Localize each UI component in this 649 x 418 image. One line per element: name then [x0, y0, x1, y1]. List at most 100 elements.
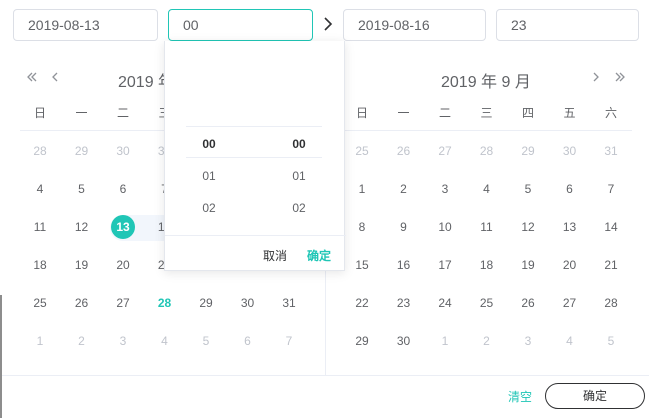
date-cell[interactable]: 26 [384, 139, 424, 163]
double-chevron-right-icon[interactable] [613, 69, 627, 85]
chevron-left-icon[interactable] [48, 69, 62, 85]
date-cell[interactable]: 28 [591, 291, 631, 315]
date-cell[interactable]: 26 [62, 291, 102, 315]
hour-option[interactable]: 00 [179, 137, 239, 151]
date-cell[interactable]: 18 [467, 253, 507, 277]
left-window-edge [0, 295, 2, 418]
date-cell[interactable]: 3 [508, 329, 548, 353]
date-cell[interactable]: 1 [342, 177, 382, 201]
date-cell[interactable]: 1 [425, 329, 465, 353]
date-cell[interactable]: 6 [103, 177, 143, 201]
selected-date-cell[interactable]: 13 [103, 215, 143, 239]
date-cell[interactable]: 4 [20, 177, 60, 201]
double-chevron-left-icon[interactable] [25, 69, 39, 85]
date-cell[interactable]: 12 [62, 215, 102, 239]
date-cell[interactable]: 29 [508, 139, 548, 163]
date-cell[interactable]: 17 [425, 253, 465, 277]
weekday-label: 二 [116, 106, 129, 120]
date-cell[interactable]: 18 [20, 253, 60, 277]
clear-button[interactable]: 清空 [508, 388, 532, 405]
date-cell[interactable]: 30 [384, 329, 424, 353]
date-cell[interactable]: 5 [591, 329, 631, 353]
date-cell[interactable]: 28 [145, 291, 185, 315]
date-cell[interactable]: 5 [508, 177, 548, 201]
date-cell[interactable]: 6 [550, 177, 590, 201]
right-month-title: 2019 年 9 月 [441, 74, 531, 91]
date-cell[interactable]: 11 [20, 215, 60, 239]
weekday-label: 日 [355, 106, 368, 120]
date-cell[interactable]: 20 [103, 253, 143, 277]
minute-option[interactable]: 01 [269, 169, 329, 183]
date-cell[interactable]: 28 [20, 139, 60, 163]
date-cell[interactable]: 5 [186, 329, 226, 353]
date-cell[interactable]: 6 [228, 329, 268, 353]
date-cell[interactable]: 11 [467, 215, 507, 239]
date-cell[interactable]: 21 [591, 253, 631, 277]
date-cell[interactable]: 29 [186, 291, 226, 315]
date-cell[interactable]: 29 [62, 139, 102, 163]
date-cell[interactable]: 4 [145, 329, 185, 353]
weekday-label: 三 [480, 106, 493, 120]
weekday-label: 二 [438, 106, 451, 120]
date-cell[interactable]: 16 [384, 253, 424, 277]
date-cell[interactable]: 4 [467, 177, 507, 201]
chevron-right-icon [324, 17, 333, 31]
date-cell[interactable]: 4 [550, 329, 590, 353]
start-date-input[interactable]: 2019-08-13 [13, 9, 158, 41]
weekday-label: 一 [75, 106, 88, 120]
date-cell[interactable]: 7 [591, 177, 631, 201]
time-cancel-button[interactable]: 取消 [263, 247, 287, 264]
date-cell[interactable]: 30 [228, 291, 268, 315]
date-cell[interactable]: 14 [591, 215, 631, 239]
date-cell[interactable]: 15 [342, 253, 382, 277]
hour-option[interactable]: 01 [179, 169, 239, 183]
footer-divider [2, 375, 649, 376]
date-cell[interactable]: 19 [62, 253, 102, 277]
date-cell[interactable]: 9 [384, 215, 424, 239]
date-cell[interactable]: 28 [467, 139, 507, 163]
end-date-input[interactable]: 2019-08-16 [343, 9, 486, 41]
date-cell[interactable]: 30 [103, 139, 143, 163]
date-cell[interactable]: 8 [342, 215, 382, 239]
date-cell[interactable]: 23 [384, 291, 424, 315]
date-cell[interactable]: 25 [467, 291, 507, 315]
date-cell[interactable]: 29 [342, 329, 382, 353]
hour-option[interactable]: 02 [179, 201, 239, 215]
date-cell[interactable]: 20 [550, 253, 590, 277]
date-cell[interactable]: 31 [591, 139, 631, 163]
date-cell[interactable]: 24 [425, 291, 465, 315]
time-selection-bottom-line [186, 157, 322, 158]
date-cell[interactable]: 31 [269, 291, 309, 315]
minute-option[interactable]: 02 [269, 201, 329, 215]
date-cell[interactable]: 30 [550, 139, 590, 163]
confirm-button[interactable]: 确定 [545, 383, 645, 409]
date-cell[interactable]: 19 [508, 253, 548, 277]
date-cell[interactable]: 3 [425, 177, 465, 201]
date-cell[interactable]: 13 [550, 215, 590, 239]
date-cell[interactable]: 7 [269, 329, 309, 353]
weekday-label: 五 [563, 106, 576, 120]
date-cell[interactable]: 26 [508, 291, 548, 315]
date-cell[interactable]: 27 [103, 291, 143, 315]
date-cell[interactable]: 25 [342, 139, 382, 163]
date-cell[interactable]: 10 [425, 215, 465, 239]
minute-option[interactable]: 00 [269, 137, 329, 151]
end-time-input[interactable]: 23 [496, 9, 639, 41]
date-cell[interactable]: 3 [103, 329, 143, 353]
date-cell[interactable]: 5 [62, 177, 102, 201]
date-cell[interactable]: 25 [20, 291, 60, 315]
date-cell[interactable]: 1 [20, 329, 60, 353]
date-cell[interactable]: 2 [62, 329, 102, 353]
time-confirm-button[interactable]: 确定 [307, 247, 331, 264]
date-cell[interactable]: 12 [508, 215, 548, 239]
date-cell[interactable]: 27 [425, 139, 465, 163]
date-cell[interactable]: 22 [342, 291, 382, 315]
date-range-picker-panel: 2019-08-13 00 2019-08-16 23 2019 年 8 月 2… [0, 0, 649, 418]
start-time-input[interactable]: 00 [168, 9, 313, 41]
date-cell[interactable]: 27 [550, 291, 590, 315]
date-cell[interactable]: 2 [384, 177, 424, 201]
date-cell[interactable]: 2 [467, 329, 507, 353]
time-selection-top-line [186, 126, 322, 127]
weekday-label: 四 [521, 106, 534, 120]
chevron-right-icon[interactable] [589, 69, 603, 85]
